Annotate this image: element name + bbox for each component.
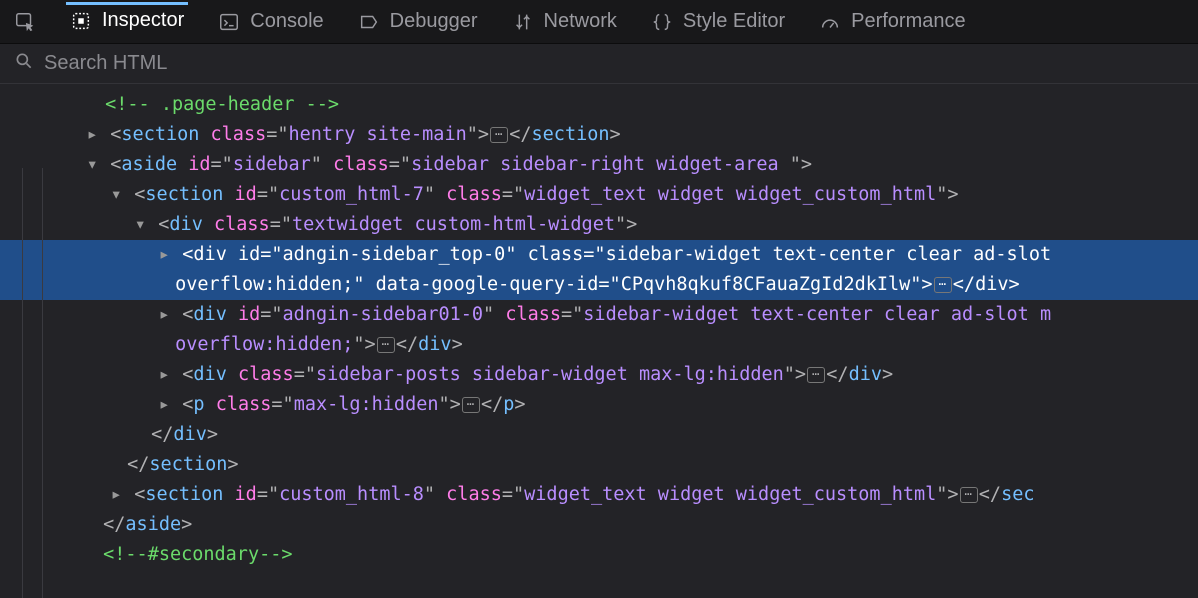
tab-label: Console [250, 10, 323, 33]
collapse-icon[interactable]: ▾ [85, 150, 99, 180]
tree-row-close-aside[interactable]: </aside> [0, 510, 1198, 540]
expand-icon[interactable]: ▸ [157, 360, 171, 390]
tree-row-close-div-textwidget[interactable]: </div> [0, 420, 1198, 450]
tab-style-editor[interactable]: Style Editor [647, 4, 789, 39]
element-picker-button[interactable] [10, 5, 40, 39]
ellipsis-icon[interactable]: ⋯ [377, 337, 395, 353]
expand-icon[interactable]: ▸ [109, 480, 123, 510]
collapse-icon[interactable]: ▾ [109, 180, 123, 210]
network-icon [512, 11, 534, 33]
ellipsis-icon[interactable]: ⋯ [934, 277, 952, 293]
tab-label: Style Editor [683, 10, 785, 33]
tree-row-div-sidebar-posts[interactable]: ▸ <div class="sidebar-posts sidebar-widg… [0, 360, 1198, 390]
tab-performance[interactable]: Performance [815, 4, 970, 39]
ellipsis-icon[interactable]: ⋯ [960, 487, 978, 503]
collapse-icon[interactable]: ▾ [133, 210, 147, 240]
tree-row-div-textwidget[interactable]: ▾ <div class="textwidget custom-html-wid… [0, 210, 1198, 240]
tab-label: Performance [851, 10, 966, 33]
console-icon [218, 11, 240, 33]
ellipsis-icon[interactable]: ⋯ [490, 127, 508, 143]
devtools-toolbar: Inspector Console Debugger Network Style… [0, 0, 1198, 44]
debugger-icon [358, 11, 380, 33]
tab-label: Inspector [102, 9, 184, 32]
dom-tree[interactable]: <!-- .page-header --> ▸ <section class="… [0, 84, 1198, 570]
html-search-bar[interactable] [0, 44, 1198, 84]
tree-row-section-custom8[interactable]: ▸ <section id="custom_html-8" class="wid… [0, 480, 1198, 510]
tab-label: Debugger [390, 10, 478, 33]
tree-row-aside-sidebar[interactable]: ▾ <aside id="sidebar" class="sidebar sid… [0, 150, 1198, 180]
tree-row-comment-secondary[interactable]: <!--#secondary--> [0, 540, 1198, 570]
pointer-icon [14, 11, 36, 33]
tab-debugger[interactable]: Debugger [354, 4, 482, 39]
tree-row-section-custom7[interactable]: ▾ <section id="custom_html-7" class="wid… [0, 180, 1198, 210]
tree-row-div-adngin01[interactable]: ▸ <div id="adngin-sidebar01-0" class="si… [0, 300, 1198, 330]
search-input[interactable] [44, 52, 1184, 75]
tree-row-p-maxlg[interactable]: ▸ <p class="max-lg:hidden">⋯</p> [0, 390, 1198, 420]
tab-network[interactable]: Network [508, 4, 621, 39]
performance-icon [819, 11, 841, 33]
comment-text: <!-- .page-header --> [105, 94, 339, 115]
expand-icon[interactable]: ▸ [157, 300, 171, 330]
tab-console[interactable]: Console [214, 4, 327, 39]
tree-row-div-adngin01-cont[interactable]: overflow:hidden;">⋯</div> [0, 330, 1198, 360]
tab-label: Network [544, 10, 617, 33]
tree-row-comment-truncated[interactable]: <!-- .page-header --> [0, 90, 1198, 120]
expand-icon[interactable]: ▸ [157, 390, 171, 420]
search-icon [14, 51, 34, 77]
inspector-icon [70, 10, 92, 32]
ellipsis-icon[interactable]: ⋯ [462, 397, 480, 413]
ellipsis-icon[interactable]: ⋯ [807, 367, 825, 383]
tab-inspector[interactable]: Inspector [66, 2, 188, 38]
tree-row-section-hentry[interactable]: ▸ <section class="hentry site-main">⋯</s… [0, 120, 1198, 150]
tree-row-div-adngin-top-cont[interactable]: overflow:hidden;" data-google-query-id="… [0, 270, 1198, 300]
style-editor-icon [651, 11, 673, 33]
expand-icon[interactable]: ▸ [85, 120, 99, 150]
tree-row-close-section7[interactable]: </section> [0, 450, 1198, 480]
tree-row-div-adngin-top[interactable]: ▸ <div id="adngin-sidebar_top-0" class="… [0, 240, 1198, 270]
expand-icon[interactable]: ▸ [157, 240, 171, 270]
